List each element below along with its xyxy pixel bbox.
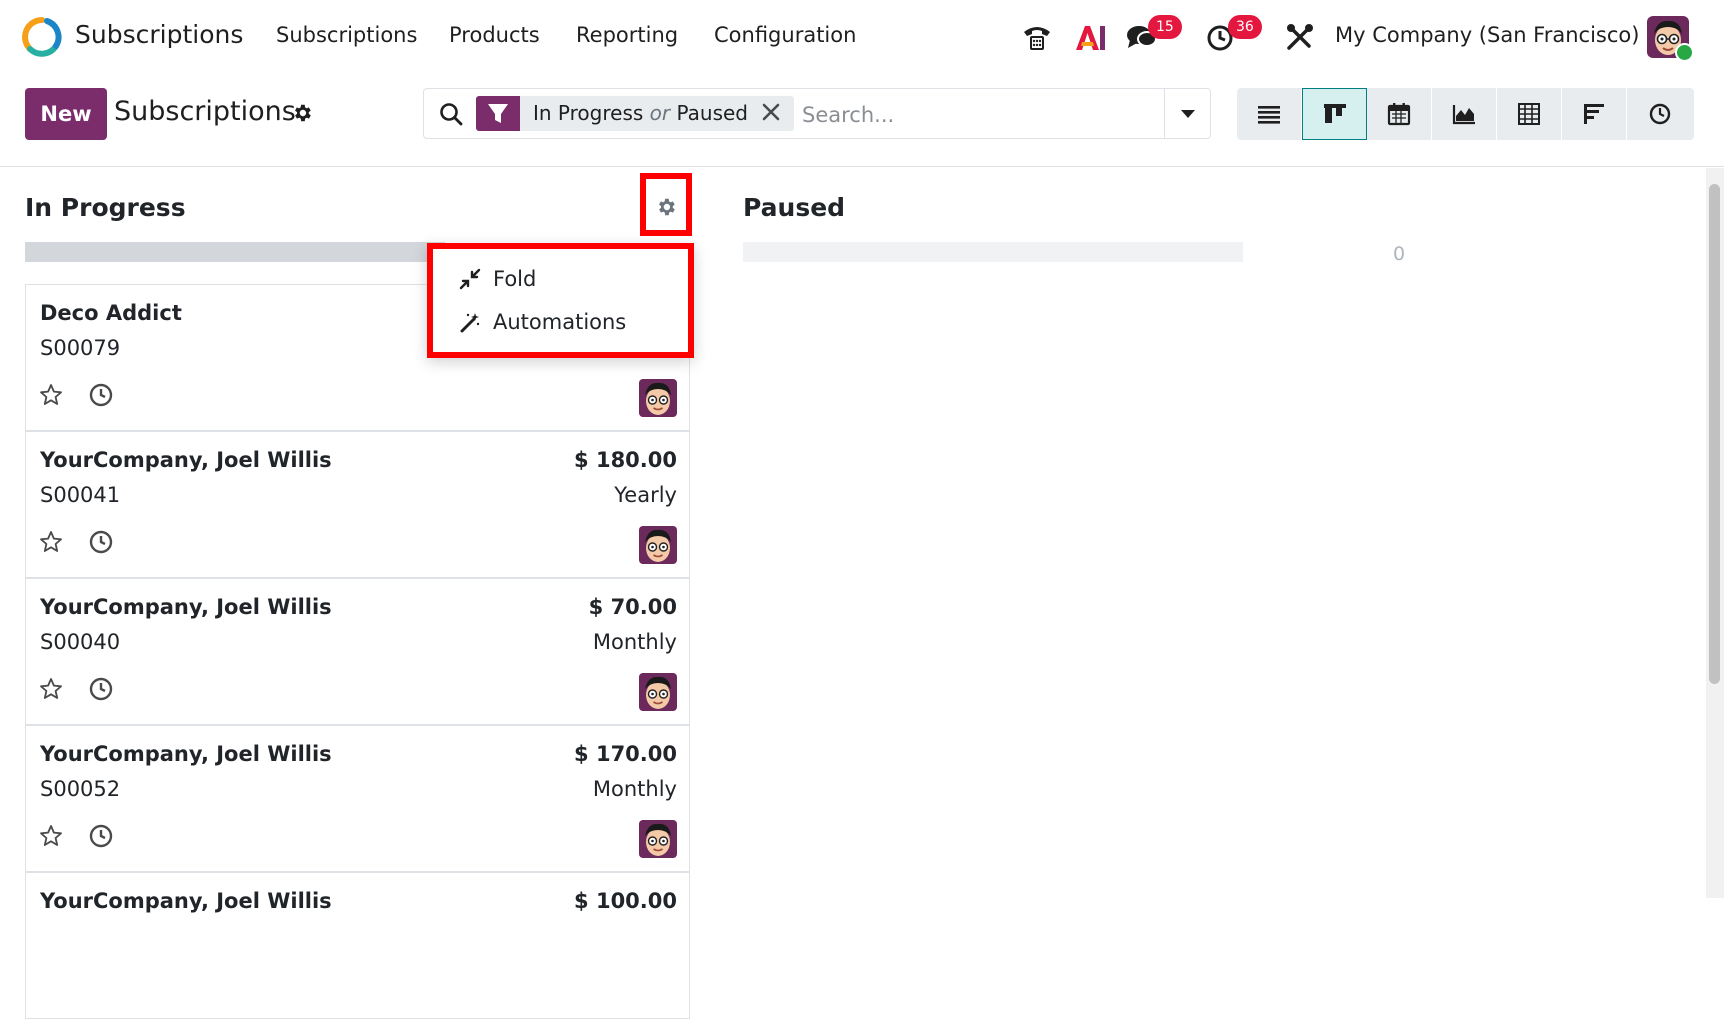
caret-down-icon (1181, 110, 1195, 118)
subscription-card[interactable]: YourCompany, Joel Willis S00041 $ 180.00… (25, 431, 690, 578)
card-customer: YourCompany, Joel Willis (40, 889, 332, 913)
column-title-paused[interactable]: Paused (743, 193, 845, 222)
search-input[interactable] (800, 97, 1164, 132)
control-panel-divider (0, 166, 1724, 167)
automations-menu-item[interactable]: Automations (459, 310, 626, 334)
card-reference: S00052 (40, 777, 121, 801)
column-title-in-progress[interactable]: In Progress (25, 193, 186, 222)
salesperson-avatar[interactable] (639, 526, 677, 564)
gear-icon[interactable] (291, 102, 313, 124)
column-progress-bar-paused[interactable] (743, 242, 1243, 262)
cohort-view-icon[interactable] (1562, 88, 1627, 140)
subscription-card[interactable]: YourCompany, Joel Willis S00040 $ 70.00 … (25, 578, 690, 725)
calendar-view-icon[interactable] (1367, 88, 1432, 140)
subscription-card[interactable]: YourCompany, Joel Willis $ 100.00 (25, 872, 690, 1019)
graph-view-icon[interactable] (1432, 88, 1497, 140)
card-period: Yearly (614, 483, 677, 507)
messages-badge: 15 (1148, 15, 1182, 39)
star-icon[interactable] (38, 529, 64, 555)
card-amount: $ 70.00 (588, 595, 677, 619)
automations-label: Automations (493, 310, 627, 334)
salesperson-avatar[interactable] (639, 820, 677, 858)
subscriptions-app-logo-icon[interactable] (22, 17, 62, 57)
salesperson-avatar[interactable] (639, 673, 677, 711)
card-period: Monthly (592, 630, 677, 654)
activity-clock-icon[interactable] (88, 529, 114, 555)
app-name[interactable]: Subscriptions (75, 20, 243, 49)
pivot-view-icon[interactable] (1497, 88, 1562, 140)
salesperson-avatar[interactable] (639, 379, 677, 417)
column-settings-dropdown: Fold Automations (427, 243, 694, 358)
star-icon[interactable] (38, 676, 64, 702)
star-icon[interactable] (38, 382, 64, 408)
fold-label: Fold (493, 267, 537, 291)
company-switcher[interactable]: My Company (San Francisco) (1335, 23, 1639, 47)
scrollbar-thumb[interactable] (1709, 184, 1720, 684)
star-icon[interactable] (38, 823, 64, 849)
card-customer: Deco Addict (40, 301, 182, 325)
card-amount: $ 170.00 (574, 742, 677, 766)
menu-configuration[interactable]: Configuration (714, 23, 856, 47)
menu-products[interactable]: Products (449, 23, 540, 47)
activity-clock-icon[interactable] (88, 823, 114, 849)
debug-tools-icon[interactable] (1283, 20, 1317, 54)
activity-view-icon[interactable] (1627, 88, 1692, 140)
card-reference: S00040 (40, 630, 121, 654)
new-button[interactable]: New (25, 88, 107, 140)
column-gear-icon[interactable] (655, 196, 677, 218)
kanban-view-icon[interactable] (1302, 88, 1367, 140)
menu-reporting[interactable]: Reporting (576, 23, 678, 47)
filter-icon (488, 104, 508, 123)
activity-clock-icon[interactable] (88, 382, 114, 408)
close-icon[interactable] (760, 101, 782, 123)
card-period: Monthly (592, 777, 677, 801)
card-amount: $ 180.00 (574, 448, 677, 472)
activity-clock-icon[interactable] (88, 676, 114, 702)
compress-icon (459, 268, 481, 290)
card-customer: YourCompany, Joel Willis (40, 448, 332, 472)
column-progress-bar-in-progress[interactable] (25, 242, 445, 262)
facet-value-in-progress: In Progress (533, 101, 644, 125)
ai-icon[interactable] (1073, 20, 1107, 54)
magic-wand-icon (459, 311, 481, 333)
subscription-card[interactable]: YourCompany, Joel Willis S00052 $ 170.00… (25, 725, 690, 872)
card-reference: S00079 (40, 336, 121, 360)
facet-or: or (649, 101, 671, 125)
column-count-paused: 0 (1393, 243, 1406, 265)
list-view-icon[interactable] (1237, 88, 1302, 140)
card-amount: $ 100.00 (574, 889, 677, 913)
phone-icon[interactable] (1020, 20, 1054, 54)
search-options-toggle[interactable] (1164, 89, 1211, 138)
menu-subscriptions[interactable]: Subscriptions (276, 23, 417, 47)
card-reference: S00041 (40, 483, 121, 507)
view-switcher (1237, 88, 1694, 140)
card-customer: YourCompany, Joel Willis (40, 595, 332, 619)
online-status-dot (1675, 43, 1694, 62)
page-title: Subscriptions (114, 96, 296, 127)
filter-facet-icon-box (476, 96, 520, 131)
filter-facet-label: In Progress or Paused (533, 101, 748, 125)
fold-menu-item[interactable]: Fold (459, 267, 536, 291)
activities-badge: 36 (1228, 15, 1262, 39)
facet-value-paused: Paused (676, 101, 748, 125)
card-customer: YourCompany, Joel Willis (40, 742, 332, 766)
search-icon[interactable] (438, 101, 464, 127)
